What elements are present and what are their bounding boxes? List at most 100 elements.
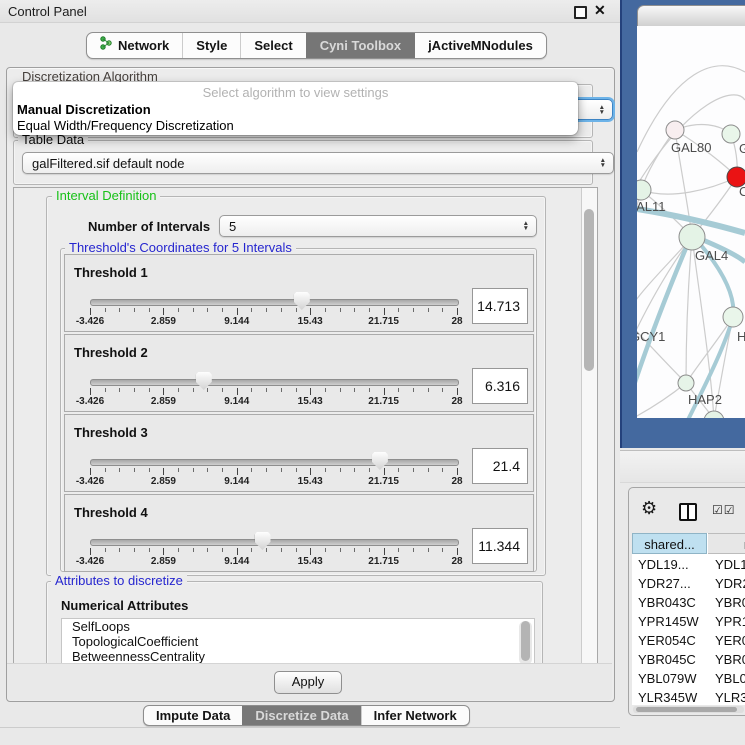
network-node[interactable] bbox=[678, 375, 694, 391]
columns-icon[interactable] bbox=[679, 503, 697, 521]
control-panel-titlebar: Control Panel ✕ bbox=[0, 0, 620, 23]
network-edge[interactable] bbox=[637, 383, 686, 418]
slider-tick bbox=[251, 308, 252, 312]
slider-tick-label: 15.43 bbox=[298, 476, 323, 487]
table-row[interactable]: YDR27...YDR2 bbox=[632, 574, 745, 593]
slider-tick-label: 2.859 bbox=[151, 316, 176, 327]
slider-tick bbox=[281, 468, 282, 472]
slider-tick-label: 28 bbox=[451, 476, 462, 487]
network-node[interactable] bbox=[722, 125, 740, 143]
network-node-label: GAL80 bbox=[671, 140, 711, 155]
slider-tick bbox=[237, 468, 238, 475]
checkbox-icons[interactable]: ☑☑ bbox=[712, 503, 736, 517]
slider-tick-label: 21.715 bbox=[368, 396, 399, 407]
threshold-list: Threshold 1-3.4262.8599.14415.4321.71528… bbox=[64, 254, 534, 566]
apply-button[interactable]: Apply bbox=[274, 671, 342, 694]
tab-infer-network[interactable]: Infer Network bbox=[361, 706, 469, 725]
table-cell: YPR145W bbox=[638, 612, 699, 631]
table-row[interactable]: YDL19...YDL1 bbox=[632, 555, 745, 574]
network-graph: GAL80GCGAL11GAL4GCY1HHAP2 bbox=[637, 26, 745, 418]
slider-track[interactable] bbox=[90, 459, 459, 466]
table-row[interactable]: YBL079WYBL0 bbox=[632, 669, 745, 688]
slider-tick bbox=[222, 308, 223, 312]
attribute-item[interactable]: BetweennessCentrality bbox=[62, 649, 534, 664]
tab-impute-data[interactable]: Impute Data bbox=[144, 706, 242, 725]
tab-discretize-data[interactable]: Discretize Data bbox=[242, 706, 360, 725]
tab-jactivemnodules[interactable]: jActiveMNodules bbox=[414, 33, 546, 58]
slider-tick bbox=[354, 388, 355, 392]
slider-tick bbox=[428, 308, 429, 312]
threshold-value-field[interactable]: 11.344 bbox=[472, 528, 528, 564]
column-header-shared-name[interactable]: shared... bbox=[632, 533, 707, 554]
slider-tick bbox=[325, 388, 326, 392]
network-node[interactable] bbox=[666, 121, 684, 139]
table-row[interactable]: YBR043CYBR0 bbox=[632, 593, 745, 612]
dropdown-option-manual-discretization[interactable]: Manual Discretization bbox=[17, 101, 151, 118]
gear-icon[interactable]: ⚙ bbox=[641, 499, 657, 517]
slider-ticks bbox=[90, 468, 457, 476]
slider-tick bbox=[413, 388, 414, 392]
table-row[interactable]: YPR145WYPR1 bbox=[632, 612, 745, 631]
slider-tick-label: 28 bbox=[451, 316, 462, 327]
slider-tick bbox=[340, 468, 341, 472]
slider-tick bbox=[163, 468, 164, 475]
scrollbar-thumb[interactable] bbox=[584, 209, 594, 371]
network-edge[interactable] bbox=[641, 177, 737, 194]
slider-tick bbox=[251, 548, 252, 552]
combo-value: galFiltered.sif default node bbox=[32, 156, 184, 171]
list-scrollbar[interactable] bbox=[519, 621, 532, 665]
combo-arrows-icon: ▲▼ bbox=[523, 221, 529, 231]
slider-tick-label: 9.144 bbox=[224, 556, 249, 567]
slider-tick-label: 28 bbox=[451, 556, 462, 567]
threshold-value-field[interactable]: 21.4 bbox=[472, 448, 528, 484]
slider-tick bbox=[90, 308, 91, 315]
network-node[interactable] bbox=[679, 224, 705, 250]
slider-track[interactable] bbox=[90, 299, 459, 306]
slider-track[interactable] bbox=[90, 539, 459, 546]
tab-network[interactable]: Network bbox=[87, 33, 182, 58]
network-node[interactable] bbox=[704, 411, 724, 418]
slider-tick bbox=[340, 548, 341, 552]
network-node-label: G bbox=[739, 141, 745, 156]
tab-cyni-toolbox[interactable]: Cyni Toolbox bbox=[306, 33, 414, 58]
slider-tick bbox=[163, 388, 164, 395]
tab-style[interactable]: Style bbox=[182, 33, 240, 58]
threshold-value-field[interactable]: 14.713 bbox=[472, 288, 528, 324]
dropdown-option-equal-width-frequency[interactable]: Equal Width/Frequency Discretization bbox=[17, 118, 234, 134]
attribute-item[interactable]: TopologicalCoefficient bbox=[62, 634, 534, 649]
slider-tick-label: 2.859 bbox=[151, 476, 176, 487]
slider-tick-label: -3.426 bbox=[76, 556, 104, 567]
numerical-attributes-list[interactable]: SelfLoopsTopologicalCoefficientBetweenne… bbox=[61, 618, 535, 665]
network-node[interactable] bbox=[723, 307, 743, 327]
slider-tick bbox=[193, 468, 194, 472]
group-title: Threshold's Coordinates for 5 Intervals bbox=[65, 241, 296, 255]
table-row[interactable]: YLR345WYLR3 bbox=[632, 688, 745, 705]
slider-tick-label: -3.426 bbox=[76, 396, 104, 407]
slider-tick bbox=[369, 468, 370, 472]
network-edge[interactable] bbox=[686, 237, 692, 383]
float-window-icon[interactable] bbox=[574, 6, 587, 19]
table-row[interactable]: YBR045CYBR0 bbox=[632, 650, 745, 669]
number-of-intervals-combobox[interactable]: 5 ▲▼ bbox=[219, 215, 537, 237]
tab-select[interactable]: Select bbox=[240, 33, 305, 58]
table-data-combobox[interactable]: galFiltered.sif default node ▲▼ bbox=[22, 152, 614, 174]
slider-track[interactable] bbox=[90, 379, 459, 386]
network-view-canvas[interactable]: GAL80GCGAL11GAL4GCY1HHAP2 bbox=[637, 26, 745, 418]
slider-tick bbox=[384, 548, 385, 555]
slider-tick-labels: -3.4262.8599.14415.4321.71528 bbox=[90, 476, 457, 488]
tab-label: Select bbox=[254, 33, 292, 58]
attribute-item[interactable]: SelfLoops bbox=[62, 619, 534, 634]
table-cell: YBR0 bbox=[715, 650, 745, 669]
network-node-label: C bbox=[739, 184, 745, 199]
scrollbar-thumb[interactable] bbox=[521, 621, 530, 661]
scrollbar-thumb[interactable] bbox=[636, 707, 737, 712]
slider-tick bbox=[384, 308, 385, 315]
slider-tick-labels: -3.4262.8599.14415.4321.71528 bbox=[90, 556, 457, 568]
network-node-label: HAP2 bbox=[688, 392, 722, 407]
threshold-value-field[interactable]: 6.316 bbox=[472, 368, 528, 404]
tab-label: Cyni Toolbox bbox=[320, 33, 401, 58]
column-header-name[interactable]: n bbox=[708, 533, 745, 554]
algorithm-dropdown-popup: Select algorithm to view settings Manual… bbox=[13, 82, 578, 135]
close-icon[interactable]: ✕ bbox=[594, 3, 606, 17]
table-row[interactable]: YER054CYER0 bbox=[632, 631, 745, 650]
